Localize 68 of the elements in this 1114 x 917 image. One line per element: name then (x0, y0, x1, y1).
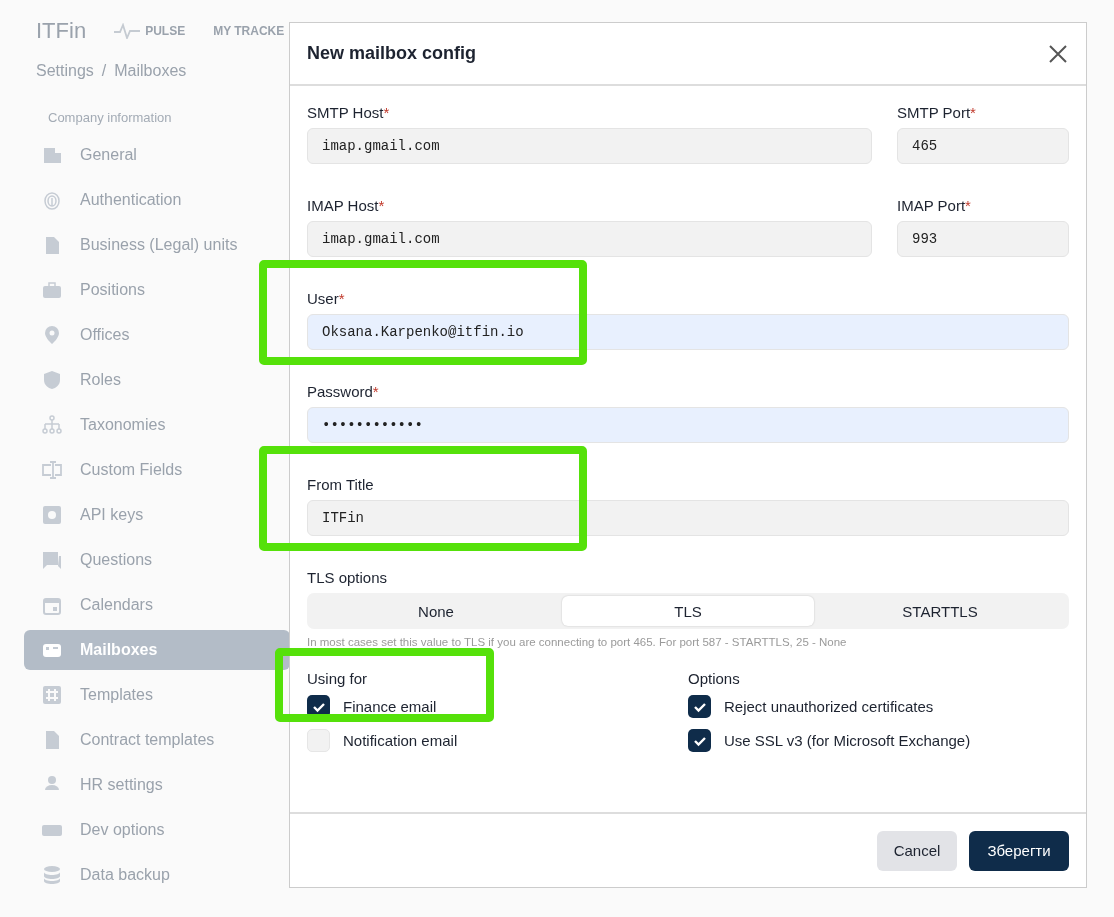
field-label: IMAP Host* (307, 197, 386, 214)
location-pin-icon (42, 325, 62, 345)
input-field[interactable]: 993 (897, 221, 1069, 257)
input-field[interactable]: •••••••••••• (307, 407, 1069, 443)
sidebar-item[interactable]: General (24, 135, 290, 175)
text-field-icon (42, 460, 62, 480)
sidebar-item[interactable]: API keys (24, 495, 290, 535)
hash-icon (42, 685, 62, 705)
sidebar-item[interactable]: Offices (24, 315, 290, 355)
checkbox-label: Notification email (343, 732, 458, 749)
sidebar-item[interactable]: Authentication (24, 180, 290, 220)
group-title: Options (688, 670, 740, 687)
field-label: User* (307, 290, 346, 307)
field-label: IMAP Port* (897, 197, 972, 214)
sidebar-item[interactable]: Positions (24, 270, 290, 310)
input-field[interactable]: imap.gmail.com (307, 128, 872, 164)
dialog-title: New mailbox config (307, 43, 477, 64)
sidebar-item[interactable]: Contract templates (24, 720, 290, 760)
checkbox[interactable] (688, 729, 711, 752)
input-field[interactable]: ITFin (307, 500, 1069, 536)
sidebar-item[interactable]: Mailboxes (24, 630, 290, 670)
sidebar-item[interactable]: Taxonomies (24, 405, 290, 445)
checkbox[interactable] (307, 729, 330, 752)
pulse-icon (114, 23, 141, 39)
checkbox-label: Reject unauthorized certificates (724, 698, 934, 715)
nav-link[interactable]: MY TRACKE (213, 24, 285, 38)
breadcrumb-link[interactable]: Mailboxes (114, 62, 187, 80)
segment-option[interactable]: STARTTLS (814, 596, 1066, 626)
sidebar-item[interactable]: Custom Fields (24, 450, 290, 490)
field-label: SMTP Port* (897, 104, 977, 121)
sidebar-item[interactable]: HR settings (24, 765, 290, 805)
fingerprint-icon (42, 190, 62, 210)
save-button[interactable]: Зберегти (969, 830, 1069, 871)
sidebar-item[interactable]: Business (Legal) units (24, 225, 290, 265)
database-icon (42, 865, 62, 885)
checkbox-label: Use SSL v3 (for Microsoft Exchange) (724, 732, 971, 749)
calendar-icon (42, 595, 62, 615)
field-label: TLS options (307, 569, 388, 586)
nav-link[interactable]: PULSE (145, 24, 186, 38)
checkbox-label: Finance email (343, 698, 437, 715)
building-icon (42, 145, 62, 165)
input-field[interactable]: Oksana.Karpenko@itfin.io (307, 314, 1069, 350)
cancel-button[interactable]: Cancel (877, 830, 957, 871)
segment-option[interactable]: TLS (562, 596, 814, 626)
field-label: Password* (307, 383, 380, 400)
field-label: SMTP Host* (307, 104, 391, 121)
close-button[interactable] (1048, 43, 1068, 64)
sidebar-item[interactable]: Templates (24, 675, 290, 715)
hierarchy-icon (42, 415, 62, 435)
logo[interactable]: ITFin (36, 18, 87, 44)
sidebar-item[interactable]: Roles (24, 360, 290, 400)
shield-icon (42, 370, 62, 390)
breadcrumb-link[interactable]: Settings (36, 62, 94, 80)
hint-text: In most cases set this value to TLS if you are connecting to port 465. For port 587 - STARTTLS, 25 - None (307, 636, 848, 648)
input-field[interactable]: 465 (897, 128, 1069, 164)
sidebar-item[interactable]: Calendars (24, 585, 290, 625)
section-heading: Company information (48, 110, 172, 125)
breadcrumb-separator: / (101, 62, 107, 80)
segment-option[interactable]: None (310, 596, 562, 626)
group-title: Using for (307, 670, 368, 687)
sidebar-item[interactable]: Questions (24, 540, 290, 580)
checkbox[interactable] (688, 695, 711, 718)
chat-icon (42, 550, 62, 570)
input-field[interactable]: imap.gmail.com (307, 221, 872, 257)
briefcase-icon (42, 280, 62, 300)
sidebar-item[interactable]: Data backup (24, 855, 290, 895)
sidebar-item[interactable]: Dev options (24, 810, 290, 850)
field-label: From Title (307, 476, 375, 493)
